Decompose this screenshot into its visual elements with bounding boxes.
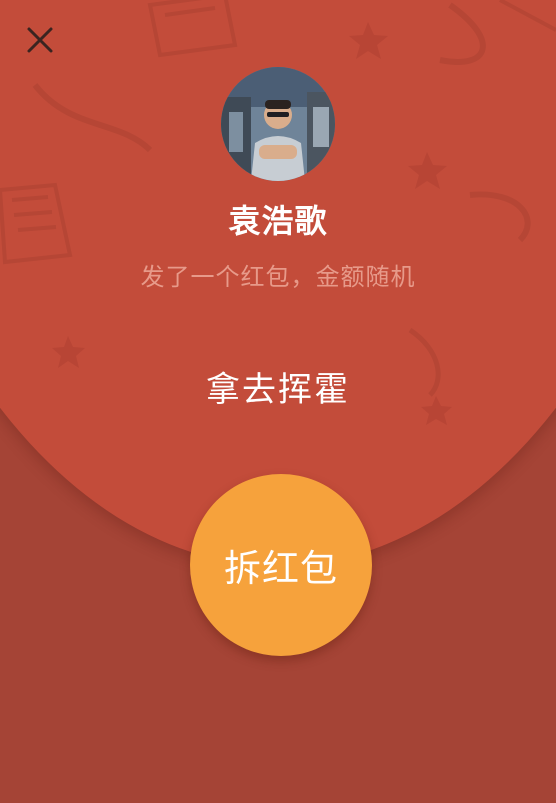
greeting-message: 拿去挥霍	[206, 370, 350, 410]
close-icon	[27, 27, 53, 53]
user-avatar-photo	[221, 67, 335, 181]
sender-name: 袁浩歌	[228, 202, 328, 240]
envelope-subtitle: 发了一个红包，金额随机	[140, 263, 416, 291]
open-red-packet-button[interactable]: 拆红包	[190, 474, 372, 656]
red-envelope: 袁浩歌 发了一个红包，金额随机 拿去挥霍 拆红包	[0, 0, 556, 803]
avatar	[221, 67, 335, 181]
close-button[interactable]	[22, 22, 58, 58]
